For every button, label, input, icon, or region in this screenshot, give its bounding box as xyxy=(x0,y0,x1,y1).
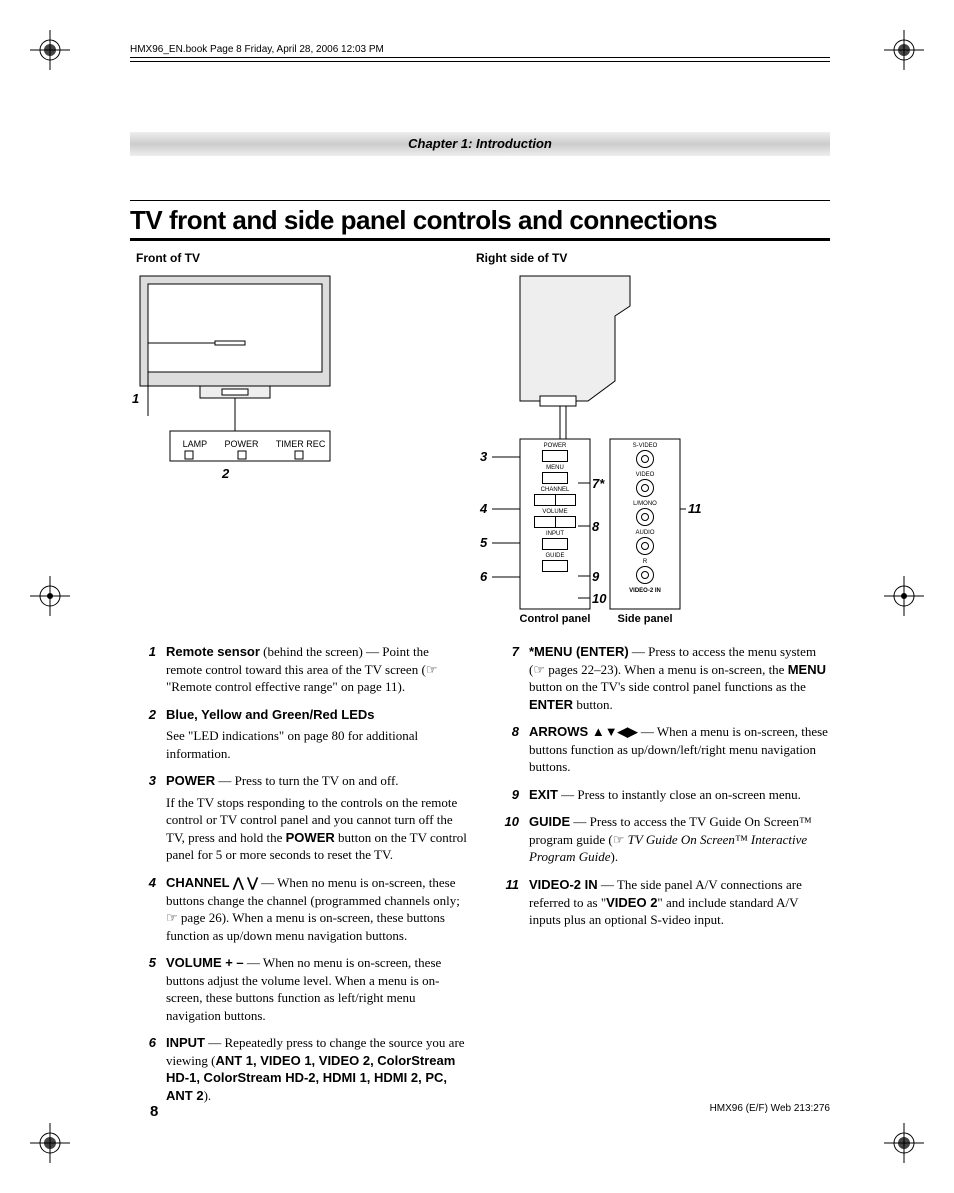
side-jack: L/MONO xyxy=(612,501,678,526)
side-jack: AUDIO xyxy=(612,530,678,555)
list-item: 1Remote sensor (behind the screen) — Poi… xyxy=(130,643,467,696)
column-right: 7*MENU (ENTER) — Press to access the men… xyxy=(493,643,830,1115)
item-body: CHANNEL ⋀ ⋁ — When no menu is on-screen,… xyxy=(166,874,467,944)
list-item: 10GUIDE — Press to access the TV Guide O… xyxy=(493,813,830,866)
item-number: 6 xyxy=(130,1034,166,1104)
side-tv-label: Right side of TV xyxy=(476,251,830,265)
item-number: 2 xyxy=(130,706,166,763)
led-power: POWER xyxy=(224,439,258,449)
side-jack: R xyxy=(612,559,678,584)
item-body: VIDEO-2 IN — The side panel A/V connecti… xyxy=(529,876,830,929)
item-number: 1 xyxy=(130,643,166,696)
list-item: 6INPUT — Repeatedly press to change the … xyxy=(130,1034,467,1104)
callout-11: 11 xyxy=(688,501,702,516)
item-body: INPUT — Repeatedly press to change the s… xyxy=(166,1034,467,1104)
book-info-text: HMX96_EN.book Page 8 Friday, April 28, 2… xyxy=(130,44,384,55)
side-panel-label: Side panel xyxy=(605,613,685,625)
control-panel-label: Control panel xyxy=(515,613,595,625)
led-timer: TIMER REC xyxy=(276,439,326,449)
list-item: 5VOLUME + – — When no menu is on-screen,… xyxy=(130,954,467,1024)
side-panel-title: VIDEO-2 IN xyxy=(612,588,678,594)
item-body: EXIT — Press to instantly close an on-sc… xyxy=(529,786,830,804)
page-number: 8 xyxy=(150,1103,158,1120)
crop-mark-bl xyxy=(30,1123,70,1163)
book-info-bar: HMX96_EN.book Page 8 Friday, April 28, 2… xyxy=(130,44,830,62)
diagram-side: Right side of TV POWERMENUCHANNELVOL xyxy=(470,251,830,631)
list-item: 7*MENU (ENTER) — Press to access the men… xyxy=(493,643,830,713)
callout-1: 1 xyxy=(132,391,472,406)
item-number: 9 xyxy=(493,786,529,804)
item-number: 5 xyxy=(130,954,166,1024)
side-jack: S-VIDEO xyxy=(612,443,678,468)
callout-6: 6 xyxy=(480,569,487,584)
column-left: 1Remote sensor (behind the screen) — Poi… xyxy=(130,643,467,1115)
item-body: *MENU (ENTER) — Press to access the menu… xyxy=(529,643,830,713)
front-tv-label: Front of TV xyxy=(136,251,470,265)
page-content: HMX96_EN.book Page 8 Friday, April 28, 2… xyxy=(130,44,830,1115)
item-number: 10 xyxy=(493,813,529,866)
item-body: Blue, Yellow and Green/Red LEDsSee "LED … xyxy=(166,706,467,763)
list-item: 2Blue, Yellow and Green/Red LEDsSee "LED… xyxy=(130,706,467,763)
list-item: 4CHANNEL ⋀ ⋁ — When no menu is on-screen… xyxy=(130,874,467,944)
diagram-front: Front of TV xyxy=(130,251,470,631)
item-body: GUIDE — Press to access the TV Guide On … xyxy=(529,813,830,866)
list-item: 11VIDEO-2 IN — The side panel A/V connec… xyxy=(493,876,830,929)
panel-button: VOLUME xyxy=(522,509,588,528)
list-item: 8ARROWS ▲▼◀▶ — When a menu is on-screen,… xyxy=(493,723,830,776)
callout-5: 5 xyxy=(480,535,487,550)
side-panel: S-VIDEO VIDEO L/MONO AUDIO R VIDEO-2 IN xyxy=(612,443,678,594)
item-number: 11 xyxy=(493,876,529,929)
item-body: VOLUME + – — When no menu is on-screen, … xyxy=(166,954,467,1024)
side-jack: VIDEO xyxy=(612,472,678,497)
list-item: 9EXIT — Press to instantly close an on-s… xyxy=(493,786,830,804)
crop-mark-br xyxy=(884,1123,924,1163)
footer-code: HMX96 (E/F) Web 213:276 xyxy=(710,1103,830,1114)
callout-10: 10 xyxy=(592,591,606,606)
led-lamp: LAMP xyxy=(183,439,208,449)
crop-mark-tr xyxy=(884,30,924,70)
callout-7: 7* xyxy=(592,476,604,491)
panel-button: POWER xyxy=(522,443,588,462)
led-labels: LAMP POWER TIMER REC xyxy=(174,439,334,449)
callout-8: 8 xyxy=(592,519,599,534)
callout-3: 3 xyxy=(480,449,487,464)
crop-mark-r xyxy=(884,576,924,616)
list-item: 3POWER — Press to turn the TV on and off… xyxy=(130,772,467,864)
description-columns: 1Remote sensor (behind the screen) — Poi… xyxy=(130,643,830,1115)
panel-button: MENU xyxy=(522,465,588,484)
callout-9: 9 xyxy=(592,569,599,584)
control-panel: POWER MENU CHANNEL VOLUME INPUT GUIDE xyxy=(522,443,588,575)
panel-button: INPUT xyxy=(522,531,588,550)
panel-button: CHANNEL xyxy=(522,487,588,506)
callout-4: 4 xyxy=(480,501,487,516)
item-body: POWER — Press to turn the TV on and off.… xyxy=(166,772,467,864)
item-body: Remote sensor (behind the screen) — Poin… xyxy=(166,643,467,696)
item-number: 4 xyxy=(130,874,166,944)
item-number: 8 xyxy=(493,723,529,776)
diagram-row: Front of TV xyxy=(130,251,830,631)
crop-mark-tl xyxy=(30,30,70,70)
chapter-title: Chapter 1: Introduction xyxy=(130,132,830,156)
section-heading: TV front and side panel controls and con… xyxy=(130,200,830,241)
crop-mark-l xyxy=(30,576,70,616)
panel-button: GUIDE xyxy=(522,553,588,572)
item-body: ARROWS ▲▼◀▶ — When a menu is on-screen, … xyxy=(529,723,830,776)
item-number: 7 xyxy=(493,643,529,713)
item-number: 3 xyxy=(130,772,166,864)
